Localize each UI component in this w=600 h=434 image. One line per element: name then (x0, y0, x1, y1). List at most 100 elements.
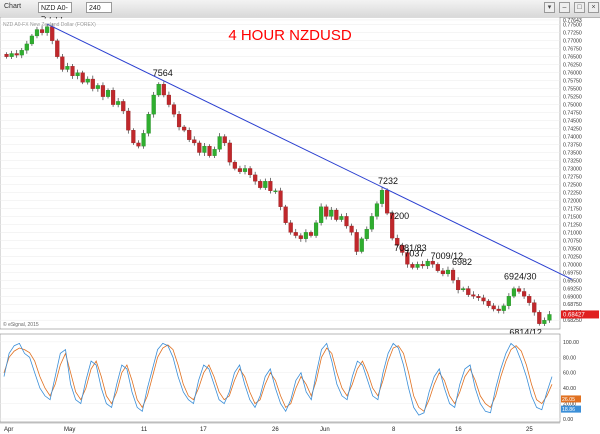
price-annotation: 7200 (389, 211, 409, 221)
candle-down (527, 296, 532, 303)
candle-down (476, 296, 481, 298)
price-tick-label: 0.68750 (563, 302, 582, 308)
candle-down (197, 142, 202, 153)
price-tick-label: 0.73750 (563, 143, 582, 149)
candle-down (222, 136, 227, 144)
oscillator-panel (0, 333, 561, 423)
price-tick-label: 0.77250 (563, 31, 582, 37)
candle-up (105, 90, 111, 97)
price-tick-label: 0.70500 (563, 246, 582, 252)
candle-down (430, 260, 435, 265)
price-tick-label: 0.73250 (563, 159, 582, 165)
candle-down (349, 225, 354, 233)
candle-up (242, 168, 248, 172)
candle-down (227, 142, 232, 163)
symbol-input[interactable]: NZD A0-F (38, 2, 72, 23)
candle-down (522, 291, 527, 297)
candle-down (516, 288, 522, 292)
candle-down (278, 190, 283, 207)
candle-up (75, 72, 80, 77)
candle-up (9, 53, 14, 57)
menu-icon[interactable]: ▾ (544, 2, 555, 13)
price-axis: 0.776430.775000.772500.770000.767500.765… (563, 18, 582, 324)
candle-down (410, 264, 415, 268)
date-tick-label: 11 (141, 427, 148, 433)
candle-down (126, 110, 131, 131)
close-icon[interactable]: × (588, 2, 599, 13)
candle-up (263, 181, 268, 188)
candle-down (187, 130, 192, 140)
candle-down (385, 190, 390, 214)
chart-window: Chart NZD A0-F 240 ▾ – □ × 0.776430.7750… (0, 0, 600, 434)
candle-down (354, 232, 359, 252)
candle-down (176, 114, 182, 128)
candle-up (501, 305, 506, 311)
candle-up (95, 85, 100, 89)
candle-down (334, 209, 339, 220)
price-tick-label: 0.75750 (563, 79, 582, 85)
candle-up (65, 66, 70, 70)
candle-up (156, 84, 161, 96)
candle-down (111, 90, 116, 105)
candle-up (202, 145, 207, 153)
candle-up (151, 94, 156, 115)
chart-title: 4 HOUR NZDUSD (228, 27, 352, 44)
candle-down (456, 280, 461, 291)
candle-down (50, 26, 55, 41)
candle-up (329, 209, 334, 217)
interval-input[interactable]: 240 (86, 2, 112, 13)
price-tick-label: 0.69000 (563, 294, 582, 300)
candle-down (324, 206, 329, 217)
candle-up (511, 288, 517, 297)
price-tick-label: 0.71250 (563, 222, 582, 228)
price-tick-label: 0.69750 (563, 270, 582, 276)
price-tick-label: 0.74250 (563, 127, 582, 133)
candle-down (90, 78, 95, 89)
symbol-caption: NZD A0-FX New Zealand Dollar (FOREX) (3, 22, 96, 28)
price-tick-label: 0.77000 (563, 39, 582, 45)
price-tick-label: 0.71500 (563, 214, 582, 220)
price-tick-label: 0.76500 (563, 55, 582, 61)
candle-up (461, 288, 466, 291)
candle-down (232, 161, 237, 169)
candle-down (466, 288, 471, 295)
maximize-icon[interactable]: □ (574, 2, 585, 13)
price-tick-label: 0.69500 (563, 278, 582, 284)
date-tick-label: Apr (4, 427, 13, 433)
candle-down (298, 235, 303, 239)
date-tick-label: May (64, 427, 75, 433)
candle-down (14, 53, 19, 56)
candle-up (116, 101, 121, 105)
candle-down (293, 232, 298, 236)
candle-up (85, 78, 90, 83)
candle-up (29, 35, 34, 45)
candle-down (481, 297, 486, 302)
candle-down (283, 206, 288, 223)
candle-down (496, 308, 501, 311)
candle-down (100, 85, 106, 97)
price-tick-label: 0.76750 (563, 47, 582, 53)
date-tick-label: 25 (526, 427, 533, 433)
candle-down (70, 66, 75, 77)
candle-down (161, 84, 166, 96)
oscillator-value-label: 18.86 (562, 407, 575, 413)
price-tick-label: 0.71000 (563, 230, 582, 236)
price-tick-label: 0.70250 (563, 254, 582, 260)
candle-up (369, 216, 374, 230)
date-axis: Apr May 11 17 26 Jun 8 16 25 (0, 422, 560, 433)
candle-down (308, 232, 314, 236)
price-tick-label: 0.75250 (563, 95, 582, 101)
candle-down (537, 312, 542, 324)
candle-down (491, 305, 496, 310)
price-tick-label: 0.72500 (563, 182, 582, 188)
minimize-icon[interactable]: – (559, 2, 570, 13)
price-annotation: 6982 (452, 257, 472, 267)
candle-up (415, 264, 420, 268)
candle-up (542, 320, 547, 324)
price-tick-label: 0.73500 (563, 151, 582, 157)
price-tick-label: 0.71750 (563, 206, 582, 212)
price-tick-label: 0.75500 (563, 87, 582, 93)
price-tick-label: 0.75000 (563, 103, 582, 109)
candle-down (248, 168, 253, 176)
candle-down (237, 168, 243, 172)
